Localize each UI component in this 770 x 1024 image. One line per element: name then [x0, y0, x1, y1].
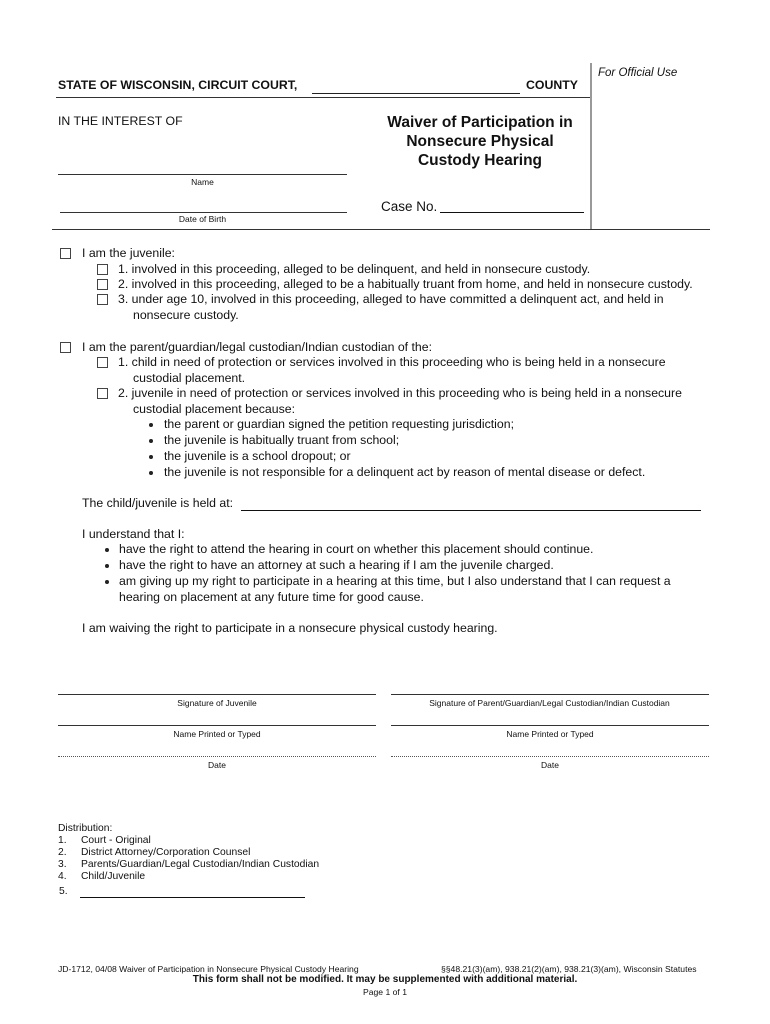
parent-option-1: 1. child in need of protection or servic… — [118, 355, 666, 369]
understand-item: am giving up my right to participate in … — [119, 574, 671, 588]
juvenile-signature-field[interactable] — [58, 694, 376, 695]
bullet-icon — [149, 423, 153, 427]
statutes: §§48.21(3)(am), 938.21(2)(am), 938.21(3)… — [441, 964, 697, 974]
parent-date-field[interactable] — [391, 756, 709, 757]
name-label: Name — [191, 177, 214, 187]
distribution-num: 4. — [58, 871, 67, 882]
distribution-item: Parents/Guardian/Legal Custodian/Indian … — [81, 859, 320, 870]
reason-item: the parent or guardian signed the petiti… — [164, 417, 515, 431]
juvenile-date-field[interactable] — [58, 756, 376, 757]
in-the-interest-of-label: IN THE INTEREST OF — [58, 114, 183, 128]
county-name-field[interactable] — [312, 93, 520, 94]
understand-item: have the right to attend the hearing in … — [119, 542, 594, 556]
header-divider — [56, 97, 590, 98]
distribution-num: 3. — [58, 859, 67, 870]
parent-option-2-cont: custodial placement because: — [133, 402, 296, 416]
county-suffix: COUNTY — [526, 78, 578, 92]
name-field[interactable] — [58, 174, 347, 175]
parent-name-label: Name Printed or Typed — [506, 729, 594, 739]
held-at-label: The child/juvenile is held at: — [82, 496, 234, 510]
form-title: Waiver of Participation in Nonsecure Phy… — [370, 113, 590, 170]
bullet-icon — [105, 564, 109, 568]
parent-date-label: Date — [541, 760, 559, 770]
form-title-line: Custody Hearing — [417, 152, 542, 169]
header-bottom-border — [52, 229, 710, 230]
modification-notice: This form shall not be modified. It may … — [192, 974, 578, 985]
bullet-icon — [149, 455, 153, 459]
case-no-label: Case No. — [381, 199, 438, 214]
understand-label: I understand that I: — [82, 527, 185, 541]
reason-item: the juvenile is a school dropout; or — [164, 449, 351, 463]
distribution-num: 2. — [58, 847, 67, 858]
distribution-label: Distribution: — [58, 823, 113, 834]
juvenile-date-label: Date — [208, 760, 226, 770]
held-at-field[interactable] — [241, 510, 701, 511]
parent-option-2: 2. juvenile in need of protection or ser… — [118, 386, 682, 400]
parent-checkbox[interactable] — [60, 342, 71, 353]
form-title-line: Waiver of Participation in — [387, 114, 573, 131]
form-title-line: Nonsecure Physical — [406, 133, 554, 150]
page-number: Page 1 of 1 — [363, 987, 407, 997]
understand-item: have the right to have an attorney at su… — [119, 558, 554, 572]
juvenile-option-1-checkbox[interactable] — [97, 264, 108, 275]
reason-item: the juvenile is not responsible for a de… — [164, 465, 646, 479]
understand-item-cont: hearing on placement at any future time … — [119, 590, 424, 604]
parent-signature-label: Signature of Parent/Guardian/Legal Custo… — [429, 698, 670, 708]
juvenile-option-2-checkbox[interactable] — [97, 279, 108, 290]
parent-name-field[interactable] — [391, 725, 709, 726]
juvenile-option-1: 1. involved in this proceeding, alleged … — [118, 262, 591, 276]
court-prefix: STATE OF WISCONSIN, CIRCUIT COURT, — [58, 78, 298, 92]
dob-field[interactable] — [60, 212, 347, 213]
bullet-icon — [105, 548, 109, 552]
juvenile-option-2: 2. involved in this proceeding, alleged … — [118, 277, 693, 291]
distribution-item: Child/Juvenile — [81, 871, 146, 882]
juvenile-option-3: 3. under age 10, involved in this procee… — [118, 292, 664, 306]
bullet-icon — [149, 439, 153, 443]
distribution-other-field[interactable] — [80, 897, 305, 898]
juvenile-label: I am the juvenile: — [82, 246, 175, 260]
juvenile-option-3-cont: nonsecure custody. — [133, 308, 239, 322]
form-id: JD-1712, 04/08 Waiver of Participation i… — [58, 964, 359, 974]
juvenile-option-3-checkbox[interactable] — [97, 294, 108, 305]
distribution-item: Court - Original — [81, 835, 151, 846]
waiver-statement: I am waiving the right to participate in… — [82, 621, 498, 635]
official-use-label: For Official Use — [598, 67, 678, 79]
parent-signature-field[interactable] — [391, 694, 709, 695]
parent-option-2-checkbox[interactable] — [97, 388, 108, 399]
bullet-icon — [149, 471, 153, 475]
official-use-divider — [590, 63, 592, 229]
bullet-icon — [105, 580, 109, 584]
parent-label: I am the parent/guardian/legal custodian… — [82, 340, 433, 354]
reason-item: the juvenile is habitually truant from s… — [164, 433, 400, 447]
distribution-item: District Attorney/Corporation Counsel — [81, 847, 251, 858]
distribution-num: 5. — [59, 886, 68, 897]
juvenile-checkbox[interactable] — [60, 248, 71, 259]
dob-label: Date of Birth — [178, 214, 227, 224]
parent-option-1-cont: custodial placement. — [133, 371, 246, 385]
parent-option-1-checkbox[interactable] — [97, 357, 108, 368]
distribution-num: 1. — [58, 835, 67, 846]
juvenile-signature-label: Signature of Juvenile — [177, 698, 257, 708]
case-no-field[interactable] — [440, 212, 584, 213]
juvenile-name-label: Name Printed or Typed — [173, 729, 261, 739]
juvenile-name-field[interactable] — [58, 725, 376, 726]
